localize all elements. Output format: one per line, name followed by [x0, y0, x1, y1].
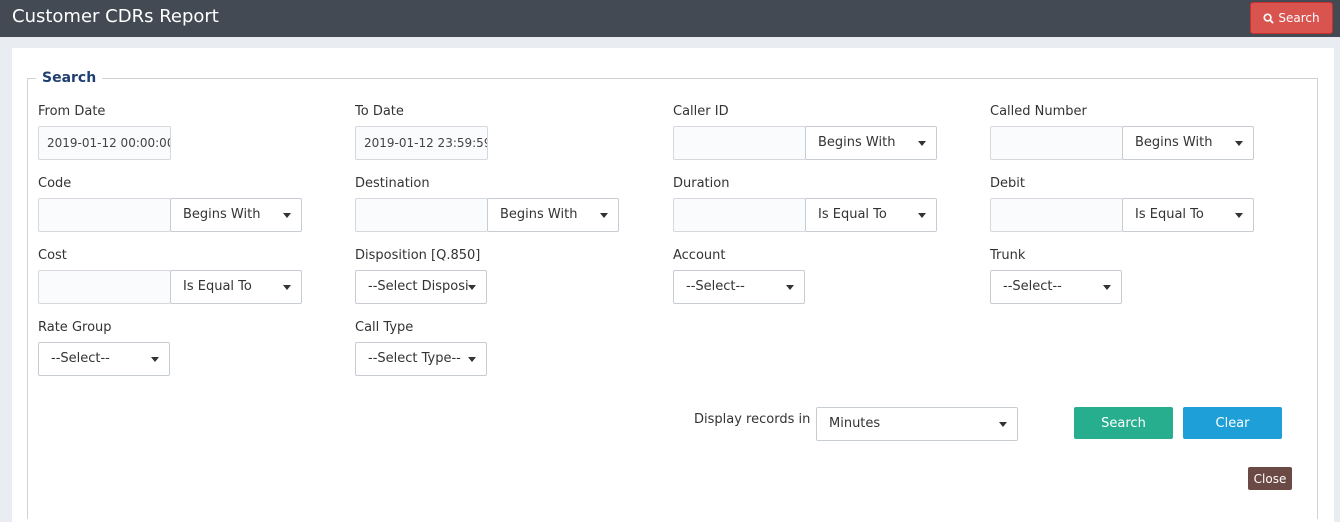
cost-input[interactable] — [38, 270, 171, 304]
caret-down-icon — [786, 285, 794, 290]
code-operator-value: Begins With — [183, 207, 261, 222]
caret-down-icon — [1103, 285, 1111, 290]
to-date-input[interactable]: 2019-01-12 23:59:59 — [355, 126, 488, 160]
disposition-label: Disposition [Q.850] — [355, 248, 481, 263]
caret-down-icon — [918, 213, 926, 218]
from-date-input[interactable]: 2019-01-12 00:00:00 — [38, 126, 171, 160]
search-legend: Search — [36, 70, 103, 86]
duration-operator-select[interactable]: Is Equal To — [805, 198, 937, 232]
caller-id-operator-value: Begins With — [818, 135, 896, 150]
debit-operator-value: Is Equal To — [1135, 207, 1204, 222]
display-records-label: Display records in — [694, 412, 811, 427]
account-label: Account — [673, 248, 726, 263]
caller-id-operator-select[interactable]: Begins With — [805, 126, 937, 160]
debit-input[interactable] — [990, 198, 1123, 232]
page-title: Customer CDRs Report — [12, 6, 219, 27]
search-icon — [1263, 12, 1275, 24]
display-records-select[interactable]: Minutes — [816, 407, 1018, 441]
called-number-operator-select[interactable]: Begins With — [1122, 126, 1254, 160]
top-bar: Customer CDRs Report Search — [0, 0, 1340, 37]
caret-down-icon — [468, 285, 476, 290]
caret-down-icon — [468, 357, 476, 362]
rate-group-select[interactable]: --Select-- — [38, 342, 170, 376]
debit-operator-select[interactable]: Is Equal To — [1122, 198, 1254, 232]
trunk-label: Trunk — [990, 248, 1026, 263]
call-type-select[interactable]: --Select Type-- — [355, 342, 487, 376]
disposition-value: --Select Disposi — [368, 279, 469, 294]
called-number-operator-value: Begins With — [1135, 135, 1213, 150]
duration-operator-value: Is Equal To — [818, 207, 887, 222]
disposition-select[interactable]: --Select Disposi — [355, 270, 487, 304]
cost-label: Cost — [38, 248, 67, 263]
destination-operator-select[interactable]: Begins With — [487, 198, 619, 232]
toggle-search-label: Search — [1278, 11, 1320, 25]
caller-id-label: Caller ID — [673, 104, 729, 119]
cost-operator-select[interactable]: Is Equal To — [170, 270, 302, 304]
caret-down-icon — [1235, 213, 1243, 218]
caret-down-icon — [999, 422, 1007, 427]
called-number-label: Called Number — [990, 104, 1087, 119]
destination-input[interactable] — [355, 198, 488, 232]
duration-input[interactable] — [673, 198, 806, 232]
destination-label: Destination — [355, 176, 430, 191]
caller-id-input[interactable] — [673, 126, 806, 160]
caret-down-icon — [283, 285, 291, 290]
call-type-label: Call Type — [355, 320, 414, 335]
search-button[interactable]: Search — [1074, 407, 1173, 439]
rate-group-label: Rate Group — [38, 320, 112, 335]
toggle-search-button[interactable]: Search — [1250, 2, 1333, 34]
account-select[interactable]: --Select-- — [673, 270, 805, 304]
clear-button[interactable]: Clear — [1183, 407, 1282, 439]
caret-down-icon — [151, 357, 159, 362]
to-date-label: To Date — [355, 104, 404, 119]
account-value: --Select-- — [686, 279, 745, 294]
called-number-input[interactable] — [990, 126, 1123, 160]
caret-down-icon — [1235, 141, 1243, 146]
caret-down-icon — [918, 141, 926, 146]
call-type-value: --Select Type-- — [368, 351, 461, 366]
debit-label: Debit — [990, 176, 1025, 191]
code-operator-select[interactable]: Begins With — [170, 198, 302, 232]
caret-down-icon — [600, 213, 608, 218]
duration-label: Duration — [673, 176, 730, 191]
close-button[interactable]: Close — [1248, 467, 1292, 490]
cost-operator-value: Is Equal To — [183, 279, 252, 294]
trunk-select[interactable]: --Select-- — [990, 270, 1122, 304]
from-date-label: From Date — [38, 104, 106, 119]
display-records-value: Minutes — [829, 416, 881, 431]
code-input[interactable] — [38, 198, 171, 232]
caret-down-icon — [283, 213, 291, 218]
trunk-value: --Select-- — [1003, 279, 1062, 294]
destination-operator-value: Begins With — [500, 207, 578, 222]
rate-group-value: --Select-- — [51, 351, 110, 366]
code-label: Code — [38, 176, 72, 191]
